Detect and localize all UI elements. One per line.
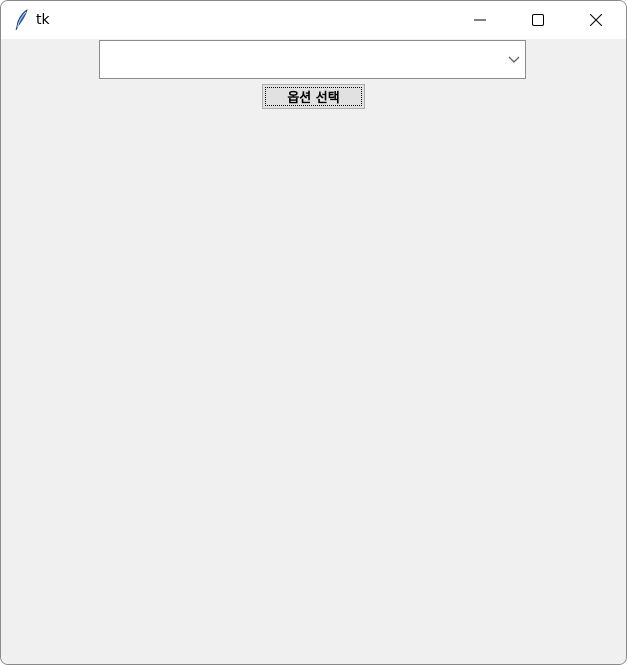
client-area: 옵션 선택 xyxy=(1,39,626,664)
minimize-button[interactable] xyxy=(451,1,509,39)
maximize-button[interactable] xyxy=(509,1,567,39)
option-combobox[interactable] xyxy=(99,40,526,79)
app-window: tk 옵션 선택 xyxy=(0,0,627,665)
chevron-down-icon[interactable] xyxy=(503,41,525,78)
combobox-input[interactable] xyxy=(100,41,500,78)
close-button[interactable] xyxy=(567,1,625,39)
window-title: tk xyxy=(36,12,50,28)
maximize-icon xyxy=(532,11,544,30)
feather-icon xyxy=(13,9,31,31)
title-bar[interactable]: tk xyxy=(1,1,626,39)
select-option-button[interactable]: 옵션 선택 xyxy=(262,84,365,109)
minimize-icon xyxy=(474,11,486,30)
close-icon xyxy=(589,11,603,30)
select-option-label: 옵션 선택 xyxy=(265,87,362,106)
